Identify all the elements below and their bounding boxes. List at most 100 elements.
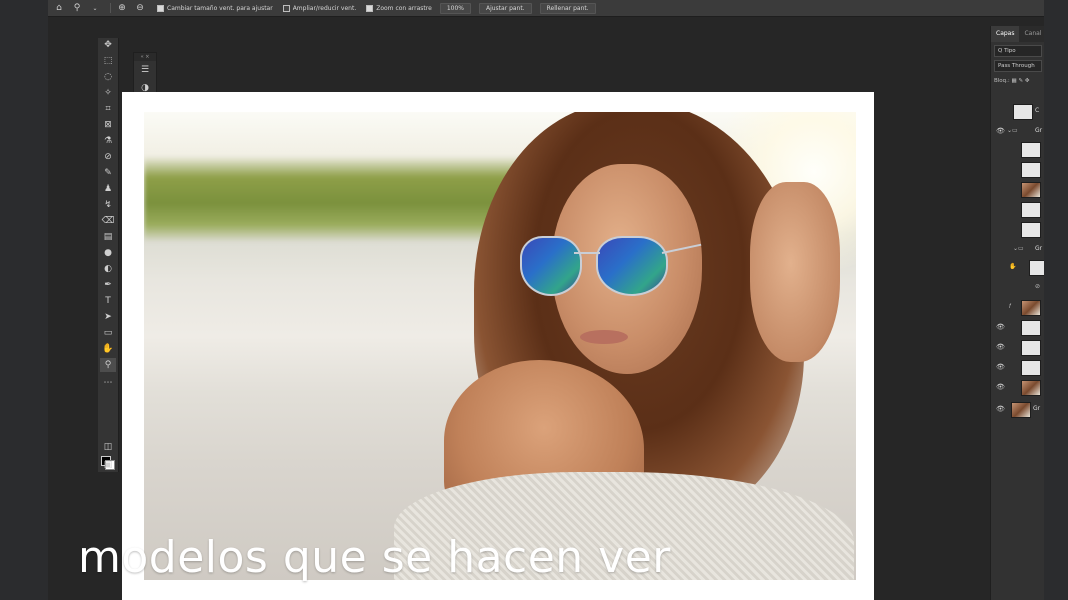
frame-tool-icon[interactable]: ⊠: [100, 118, 116, 132]
fit-screen-button[interactable]: Ajustar pant.: [478, 2, 532, 14]
layer-thumbnail: [1021, 340, 1041, 356]
stamp-tool-icon[interactable]: ♟: [100, 182, 116, 196]
layer-thumbnail: [1011, 402, 1031, 418]
tab-channels[interactable]: Canal: [1019, 26, 1044, 42]
photo-image: [144, 112, 856, 580]
rectangle-tool-icon[interactable]: ▭: [100, 326, 116, 340]
layer-group-row[interactable]: 👁 ⌄▭ Gr: [991, 122, 1044, 140]
chevron-down-icon[interactable]: ⌄: [88, 1, 102, 15]
document-canvas[interactable]: [122, 92, 874, 600]
sunglasses-bridge: [574, 252, 600, 254]
zoom-in-icon[interactable]: ⊕: [115, 1, 129, 15]
path-selection-tool-icon[interactable]: ➤: [100, 310, 116, 324]
type-tool-icon[interactable]: T: [100, 294, 116, 308]
layer-name: C: [1035, 107, 1040, 114]
layer-thumbnail: [1021, 182, 1041, 198]
more-tools-icon[interactable]: ⋯: [100, 376, 116, 390]
group-name: Gr: [1035, 127, 1043, 134]
layer-row[interactable]: [991, 200, 1044, 218]
layer-row[interactable]: [991, 180, 1044, 198]
crop-tool-icon[interactable]: ⌗: [100, 102, 116, 116]
pen-tool-icon[interactable]: ✒: [100, 278, 116, 292]
zoom-tool-icon[interactable]: ⚲: [70, 1, 84, 15]
quick-mask-icon[interactable]: ◫: [100, 440, 116, 454]
zoom-100-button[interactable]: 100%: [439, 2, 471, 14]
eye-icon[interactable]: 👁: [996, 323, 1005, 331]
layer-row[interactable]: ✋: [991, 258, 1044, 276]
eye-icon[interactable]: 👁: [996, 127, 1005, 135]
eyedropper-tool-icon[interactable]: ⚗: [100, 134, 116, 148]
brush-tool-icon[interactable]: ✎: [100, 166, 116, 180]
chevron-down-icon[interactable]: ⌄▭: [1007, 127, 1018, 134]
marquee-tool-icon[interactable]: ⬚: [100, 54, 116, 68]
layer-row[interactable]: C: [991, 102, 1044, 120]
layers-panel: Capas Canal Q Tipo Pass Through Bloq.: ▦…: [990, 26, 1044, 600]
options-bar: ⌂ ⚲ ⌄ ⊕ ⊖ Cambiar tamaño vent. para ajus…: [48, 0, 1044, 17]
home-icon[interactable]: ⌂: [52, 1, 66, 15]
history-brush-tool-icon[interactable]: ↯: [100, 198, 116, 212]
checkbox-box: [282, 4, 290, 12]
video-letterbox-left: [0, 0, 48, 600]
magic-wand-tool-icon[interactable]: ✧: [100, 86, 116, 100]
zoom-all-windows-checkbox[interactable]: Ampliar/reducir vent.: [282, 4, 357, 12]
video-subtitle: modelos que se hacen ver: [78, 532, 671, 583]
layer-thumbnail: [1021, 202, 1041, 218]
layer-row[interactable]: 👁: [991, 318, 1044, 336]
layer-thumbnail: [1021, 300, 1041, 316]
link-icon: ⊘: [1035, 283, 1041, 290]
lips: [580, 330, 628, 344]
layer-row[interactable]: 👁: [991, 338, 1044, 356]
resize-windows-checkbox[interactable]: Cambiar tamaño vent. para ajustar: [157, 4, 273, 12]
blur-tool-icon[interactable]: ●: [100, 246, 116, 260]
video-letterbox-right: [1044, 0, 1068, 600]
checkbox-box: [366, 4, 374, 12]
group-name: Gr: [1035, 245, 1043, 252]
hand-icon: ✋: [1009, 263, 1017, 270]
adjustments-icon[interactable]: ☰: [134, 61, 156, 79]
hand-tool-icon[interactable]: ✋: [100, 342, 116, 356]
layer-row[interactable]: ⊘: [991, 278, 1044, 296]
eraser-tool-icon[interactable]: ⌫: [100, 214, 116, 228]
screen-mode-icon[interactable]: ▣: [100, 458, 116, 472]
layer-row[interactable]: 👁 Gr: [991, 400, 1044, 418]
layer-thumbnail: [1021, 142, 1041, 158]
layer-filter-input[interactable]: Q Tipo: [994, 45, 1042, 57]
layer-row[interactable]: [991, 220, 1044, 238]
zoom-tool-icon[interactable]: ⚲: [100, 358, 116, 372]
gradient-tool-icon[interactable]: ▤: [100, 230, 116, 244]
dodge-tool-icon[interactable]: ◐: [100, 262, 116, 276]
tools-panel: ✥ ⬚ ◌ ✧ ⌗ ⊠ ⚗ ⊘ ✎ ♟ ↯ ⌫ ▤ ● ◐ ✒ T ➤ ▭ ✋ …: [98, 38, 119, 472]
zoom-all-windows-label: Ampliar/reducir vent.: [292, 4, 357, 12]
healing-brush-tool-icon[interactable]: ⊘: [100, 150, 116, 164]
chevron-down-icon[interactable]: ⌄▭: [1013, 245, 1024, 252]
eye-icon[interactable]: 👁: [996, 363, 1005, 371]
eye-icon[interactable]: 👁: [996, 383, 1005, 391]
resize-windows-label: Cambiar tamaño vent. para ajustar: [167, 4, 273, 12]
layer-row[interactable]: 👁: [991, 358, 1044, 376]
blend-mode-select[interactable]: Pass Through: [994, 60, 1042, 72]
layer-row[interactable]: [991, 160, 1044, 178]
layer-row[interactable]: 👁: [991, 378, 1044, 396]
lasso-tool-icon[interactable]: ◌: [100, 70, 116, 84]
panel-collapse-handle[interactable]: « ×: [134, 53, 156, 61]
zoom-out-icon[interactable]: ⊖: [133, 1, 147, 15]
lock-pixels-icon[interactable]: ▦ ✎ ✥: [1012, 78, 1030, 84]
layer-row[interactable]: [991, 140, 1044, 158]
fill-screen-button[interactable]: Rellenar pant.: [539, 2, 596, 14]
tab-layers[interactable]: Capas: [991, 26, 1020, 42]
eye-icon[interactable]: 👁: [996, 343, 1005, 351]
layer-thumbnail: [1021, 360, 1041, 376]
sunglasses-lens-left: [520, 236, 582, 296]
layer-thumbnail: [1021, 162, 1041, 178]
layer-group-row[interactable]: ⌄▭ Gr: [991, 240, 1044, 258]
move-tool-icon[interactable]: ✥: [100, 38, 116, 52]
eye-icon[interactable]: 👁: [996, 405, 1005, 413]
separator: [110, 3, 111, 13]
scrubby-zoom-checkbox[interactable]: Zoom con arrastre: [366, 4, 432, 12]
layer-thumbnail: [1021, 320, 1041, 336]
layer-thumbnail: [1021, 222, 1041, 238]
scrubby-zoom-label: Zoom con arrastre: [376, 4, 432, 12]
checkbox-box: [157, 4, 164, 12]
layer-row[interactable]: 𝑓: [991, 298, 1044, 316]
layer-thumbnail: [1021, 380, 1041, 396]
